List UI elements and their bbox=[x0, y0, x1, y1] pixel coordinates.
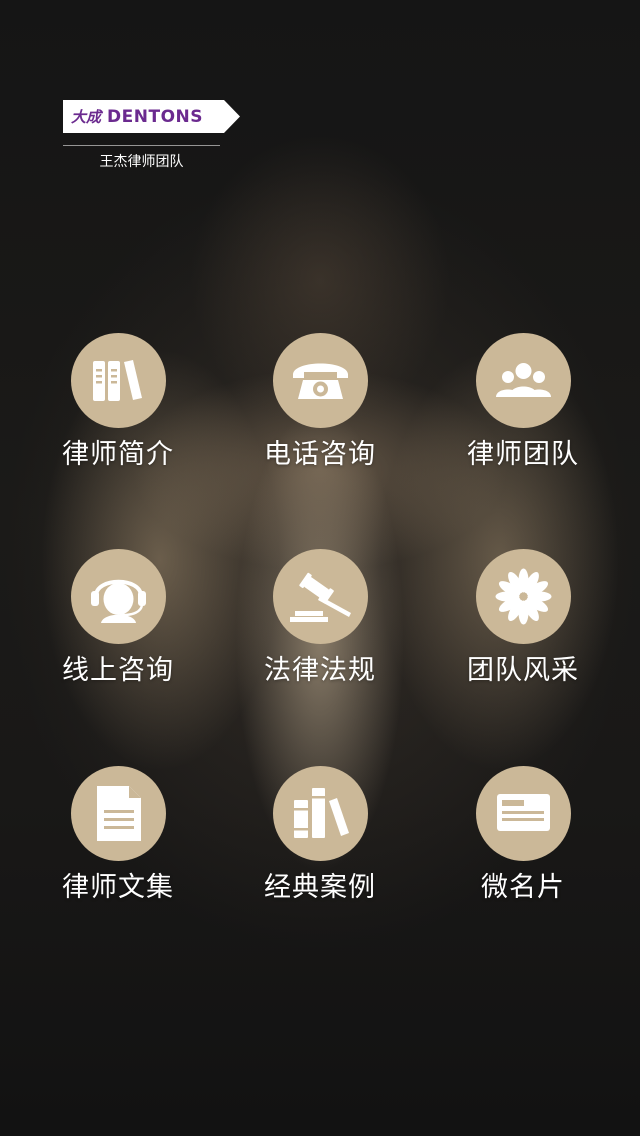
menu-item-lawyer-articles[interactable]: 律师文集 bbox=[28, 766, 208, 916]
menu-label: 律师简介 bbox=[62, 439, 174, 470]
flower-icon bbox=[476, 549, 571, 644]
logo-english-text: DENTONS bbox=[107, 107, 203, 127]
menu-item-laws-regulations[interactable]: 法律法规 bbox=[230, 549, 410, 699]
menu-item-team-style[interactable]: 团队风采 bbox=[433, 549, 613, 699]
business-card-icon bbox=[476, 766, 571, 861]
menu-item-online-consult[interactable]: 线上咨询 bbox=[28, 549, 208, 699]
menu-label: 团队风采 bbox=[467, 655, 579, 686]
menu-item-micro-card[interactable]: 微名片 bbox=[433, 766, 613, 916]
menu-label: 经典案例 bbox=[264, 872, 376, 903]
menu-item-lawyer-team[interactable]: 律师团队 bbox=[433, 333, 613, 483]
menu-label: 线上咨询 bbox=[62, 655, 174, 686]
menu-label: 律师文集 bbox=[62, 872, 174, 903]
menu-label: 微名片 bbox=[481, 872, 565, 903]
team-people-icon bbox=[476, 333, 571, 428]
headset-agent-icon bbox=[71, 549, 166, 644]
logo-divider bbox=[63, 145, 220, 146]
binders-icon bbox=[71, 333, 166, 428]
menu-item-lawyer-profile[interactable]: 律师简介 bbox=[28, 333, 208, 483]
logo-chinese-text: 大成 bbox=[71, 108, 102, 126]
document-icon bbox=[71, 766, 166, 861]
menu-label: 电话咨询 bbox=[264, 439, 376, 470]
team-name: 王杰律师团队 bbox=[99, 154, 184, 170]
app-screen: 大成 DENTONS 王杰律师团队 律师简介 电话咨询 律师团队 线上咨询 法律… bbox=[0, 0, 640, 1136]
menu-label: 律师团队 bbox=[467, 439, 579, 470]
telephone-icon bbox=[273, 333, 368, 428]
menu-label: 法律法规 bbox=[264, 655, 376, 686]
dentons-logo: 大成 DENTONS bbox=[63, 100, 240, 133]
books-icon bbox=[273, 766, 368, 861]
gavel-icon bbox=[273, 549, 368, 644]
menu-item-phone-consult[interactable]: 电话咨询 bbox=[230, 333, 410, 483]
menu-item-classic-cases[interactable]: 经典案例 bbox=[230, 766, 410, 916]
